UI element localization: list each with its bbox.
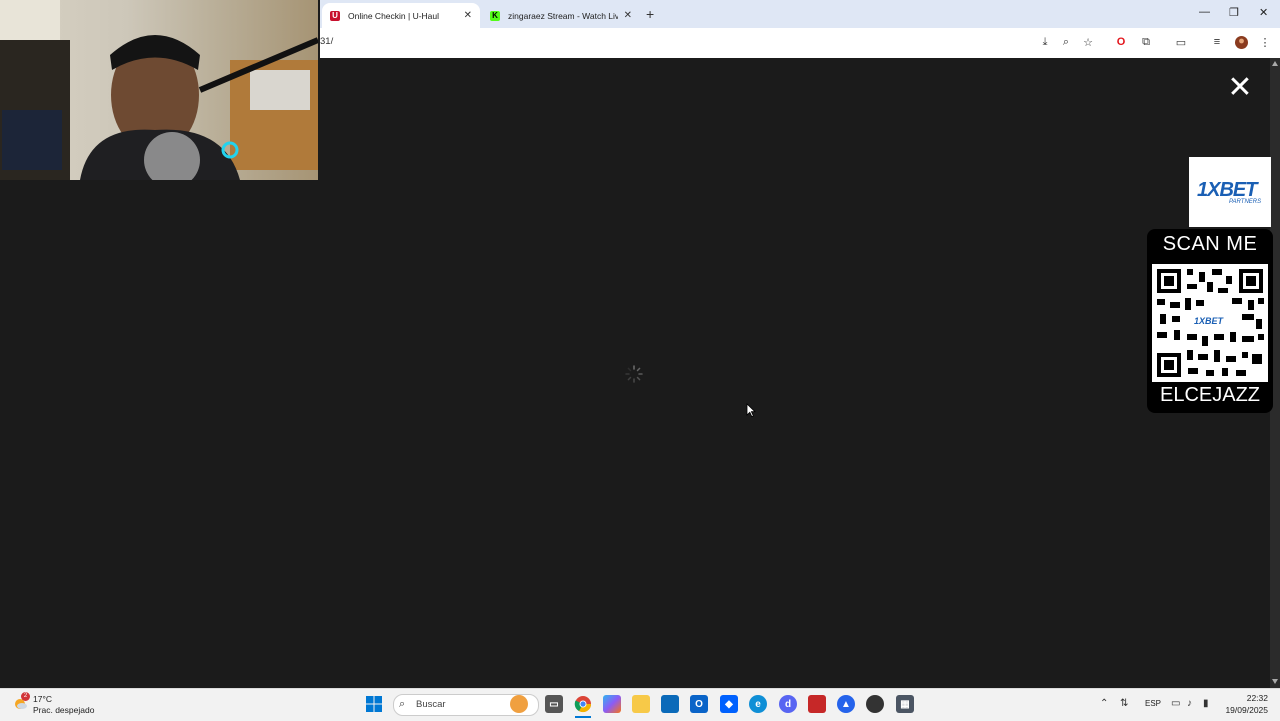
menu-icon[interactable]: ⋮: [1257, 35, 1273, 49]
dropbox-icon[interactable]: ◆: [720, 695, 738, 713]
opera-extension-icon[interactable]: O: [1113, 35, 1129, 49]
copilot-icon[interactable]: [603, 695, 621, 713]
calculator-icon[interactable]: ▦: [896, 695, 914, 713]
url-text[interactable]: 31/: [320, 36, 333, 47]
mouse-cursor-icon: [746, 403, 756, 418]
discord-icon[interactable]: d: [779, 695, 797, 713]
window-close-button[interactable]: ✕: [1259, 6, 1268, 19]
qr-code[interactable]: 1XBET: [1152, 264, 1268, 382]
scan-me-label: SCAN ME: [1162, 233, 1258, 255]
minimize-button[interactable]: —: [1199, 6, 1210, 18]
tray-expand-icon[interactable]: ⌃: [1100, 698, 1108, 709]
volume-icon[interactable]: ♪: [1187, 698, 1192, 709]
promo-code: ELCEJAZZ: [1159, 384, 1261, 406]
file-explorer-icon[interactable]: [632, 695, 650, 713]
search-icon: ⌕: [399, 698, 406, 710]
weather-badge: 2: [21, 692, 30, 701]
display-icon[interactable]: ▭: [1171, 698, 1180, 709]
new-tab-button[interactable]: +: [646, 6, 654, 22]
battery-icon[interactable]: ▮: [1203, 698, 1209, 709]
loading-spinner-icon: [625, 365, 643, 383]
tab-uhaul[interactable]: U Online Checkin | U-Haul ✕: [322, 3, 480, 28]
cast-icon[interactable]: ▭: [1173, 35, 1189, 49]
tab-close-icon[interactable]: ✕: [624, 10, 632, 21]
search-placeholder: Buscar: [416, 699, 446, 710]
clock-time[interactable]: 22:32: [1230, 693, 1268, 703]
close-overlay-button[interactable]: ✕: [1226, 73, 1254, 103]
tab-close-icon[interactable]: ✕: [464, 10, 472, 21]
windows-start-icon[interactable]: [366, 696, 382, 712]
streaming-app-icon[interactable]: [808, 695, 826, 713]
media-control-icon[interactable]: ≡: [1209, 35, 1225, 49]
weather-temp[interactable]: 17°C: [33, 694, 52, 704]
chrome-icon[interactable]: [574, 695, 592, 713]
qr-brand-text: 1XBET: [1192, 316, 1226, 326]
search-highlight-icon[interactable]: [510, 695, 528, 713]
address-bar[interactable]: [320, 28, 1280, 59]
uhaul-icon: U: [330, 10, 340, 21]
obs-icon[interactable]: [866, 695, 884, 713]
tab-kick[interactable]: K zingaraez Stream - Watch Live ✕: [482, 3, 640, 28]
clock-date[interactable]: 19/09/2025: [1222, 705, 1268, 715]
tab-title: Online Checkin | U-Haul: [348, 10, 440, 21]
tab-title: zingaraez Stream - Watch Live: [508, 10, 618, 21]
ad-brand-logo[interactable]: 1XBET PARTNERS: [1189, 157, 1271, 227]
extensions-icon[interactable]: ⧉: [1138, 35, 1154, 49]
weather-desc[interactable]: Prac. despejado: [33, 705, 94, 715]
restore-button[interactable]: ❐: [1229, 6, 1239, 19]
network-activity-icon[interactable]: ⇅: [1120, 698, 1128, 709]
ad-brand-sub: PARTNERS: [1229, 199, 1262, 205]
webcam-overlay: [0, 0, 318, 180]
outlook-icon[interactable]: O: [690, 695, 708, 713]
zoom-icon[interactable]: ⌕: [1058, 35, 1074, 49]
kick-icon: K: [490, 10, 500, 21]
page-content: [320, 58, 1270, 688]
launcher-icon[interactable]: ▲: [837, 695, 855, 713]
task-view-icon[interactable]: ▭: [545, 695, 563, 713]
edge-icon[interactable]: e: [749, 695, 767, 713]
language-indicator[interactable]: ESP: [1145, 699, 1161, 708]
install-app-icon[interactable]: ⤓: [1037, 35, 1053, 49]
bookmark-star-icon[interactable]: ☆: [1080, 35, 1096, 49]
active-app-indicator: [575, 716, 591, 718]
microsoft-store-icon[interactable]: [661, 695, 679, 713]
profile-avatar-icon[interactable]: [1233, 35, 1249, 49]
